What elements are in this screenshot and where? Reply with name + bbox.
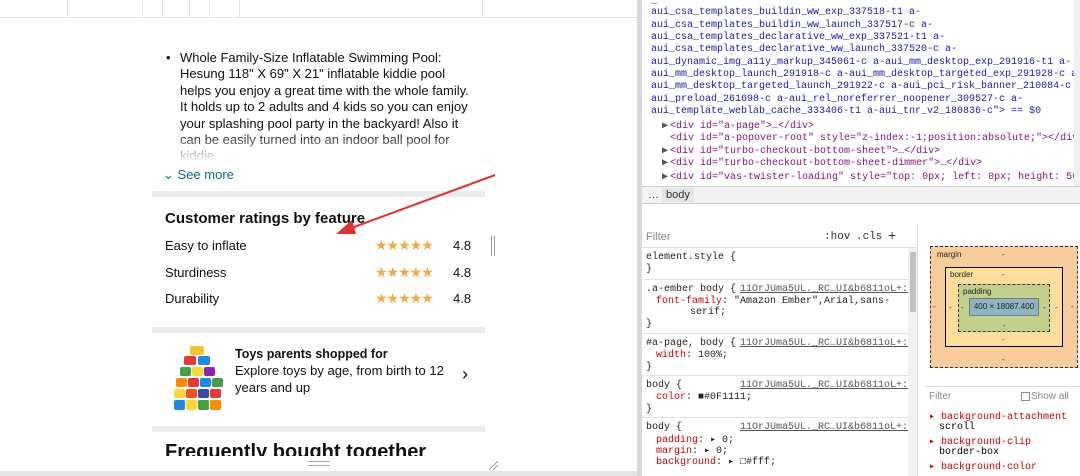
rating-row: Durability ★★★★★ 4.8 <box>165 290 475 307</box>
toys-description: Explore toys by age, from birth to 12 ye… <box>235 363 444 395</box>
chevron-down-icon: ⌄ <box>163 167 174 182</box>
class-line: aui_csa_templates_declarative_ww_exp_337… <box>651 32 946 43</box>
rating-row: Easy to inflate ★★★★★ 4.8 <box>165 237 475 254</box>
styles-scroll-thumb[interactable] <box>910 252 916 312</box>
computed-filter-input[interactable]: Filter <box>929 391 951 402</box>
hov-toggle[interactable]: :hov <box>824 231 850 243</box>
source-link[interactable]: 11OrJUma5UL._RC…UI&b6811oL+:51 <box>740 284 917 295</box>
elements-scrollbar[interactable] <box>1074 0 1080 186</box>
device-toolbar <box>0 0 637 18</box>
class-line: aui_preload_261698-c a-aui_rel_noreferre… <box>651 94 1024 105</box>
rating-row: Sturdiness ★★★★★ 4.8 <box>165 264 475 281</box>
box-margin: margin - - - - border - - - - padding - … <box>930 246 1078 368</box>
class-line: aui_csa_templates_buildin_ww_exp_337518-… <box>651 7 922 18</box>
computed-value: scroll <box>939 422 976 433</box>
chevron-right-icon[interactable]: › <box>462 364 468 385</box>
dom-node[interactable]: <div id="a-popover-root" style="z-index:… <box>670 133 1080 145</box>
box-border: border - - - - padding - - - 400 × 18087… <box>945 267 1063 347</box>
box-padding: padding - - - 400 × 18087.400 <box>958 284 1050 332</box>
rating-label: Sturdiness <box>165 265 227 280</box>
styles-filter-bar: Filter :hov .cls + <box>642 226 917 248</box>
rating-value: 4.8 <box>453 265 472 280</box>
star-rating-icon: ★★★★★ <box>375 264 434 280</box>
computed-value: border-box <box>939 447 1000 458</box>
style-rule: body { 11OrJUma5UL._RC…UI&b6811oL+:11 pa… <box>642 420 917 476</box>
mobile-page: • Whole Family-Size Inflatable Swimming … <box>152 36 485 456</box>
source-link[interactable]: 11OrJUma5UL._RC…UI&b6811oL+:13 <box>740 380 917 391</box>
text-fade <box>166 134 478 162</box>
style-rule: body { 11OrJUma5UL._RC…UI&b6811oL+:13 co… <box>642 378 917 418</box>
styles-filter-input[interactable]: Filter <box>646 231 670 243</box>
class-line: aui_mm_desktop_launch_291918-c a-aui_mm_… <box>651 69 1080 80</box>
resize-corner-icon[interactable] <box>487 459 499 471</box>
bullet-dot: • <box>166 50 171 65</box>
rating-value: 4.8 <box>453 238 472 253</box>
class-line: aui_dynamic_img_a11y_markup_345061-c a-a… <box>651 57 1072 68</box>
breadcrumb-item-body[interactable]: body <box>662 188 694 202</box>
play-dough-tubs-image <box>174 346 223 410</box>
class-line: aui_template_weblab_cache_333406-t1 a-au… <box>651 106 1042 117</box>
fbt-title: Frequently bought together <box>165 441 427 456</box>
show-all-checkbox[interactable] <box>1021 392 1030 401</box>
breadcrumb: … body <box>642 186 1080 204</box>
device-viewport: • Whole Family-Size Inflatable Swimming … <box>0 0 637 476</box>
toys-title: Toys parents shopped for <box>235 347 388 361</box>
cls-toggle[interactable]: .cls <box>856 231 882 243</box>
box-model: margin - - - - border - - - - padding - … <box>925 226 1080 386</box>
style-rule: #a-page, body { 11OrJUma5UL._RC…UI&b6811… <box>642 336 917 376</box>
see-more-label: See more <box>177 167 234 182</box>
box-content: 400 × 18087.400 <box>969 298 1039 316</box>
computed-pane: Filter Show all ▸ background-attachment … <box>925 386 1080 476</box>
class-line: aui_mm_desktop_targeted_launch_291922-c … <box>651 81 1080 92</box>
rating-label: Durability <box>165 291 220 306</box>
dom-node[interactable]: ▶ <div id="vas-twister-loading" style="to… <box>662 172 1080 184</box>
rating-label: Easy to inflate <box>165 238 247 253</box>
rating-value: 4.8 <box>453 291 472 306</box>
style-rule: .a-ember body { 11OrJUma5UL._RC…UI&b6811… <box>642 282 917 334</box>
add-rule-icon[interactable]: + <box>888 227 896 243</box>
source-link[interactable]: 11OrJUma5UL._RC…UI&b6811oL+:73 <box>740 338 917 349</box>
dom-node[interactable]: ▶ <div id="turbo-checkout-bottom-sheet">…… <box>662 146 940 158</box>
truncated-line: … <box>651 0 658 6</box>
computed-prop[interactable]: ▸ background-color <box>929 461 1037 473</box>
source-link[interactable]: 11OrJUma5UL._RC…UI&b6811oL+:11 <box>740 422 917 433</box>
dom-node[interactable]: ▶ <div id="turbo-checkout-bottom-sheet-di… <box>662 158 982 170</box>
see-more-link[interactable]: ⌄ See more <box>163 167 234 183</box>
resize-handle[interactable] <box>491 236 495 256</box>
class-line: aui_csa_templates_buildin_ww_launch_3375… <box>651 20 934 31</box>
show-all-label: Show all <box>1031 391 1069 402</box>
star-rating-icon: ★★★★★ <box>375 290 434 306</box>
style-rule: element.style { } <box>642 250 908 280</box>
resize-handle-bottom[interactable] <box>308 461 330 466</box>
horizontal-scrollbar[interactable] <box>0 471 637 476</box>
styles-pane: Filter :hov .cls + element.style { } .a-… <box>642 226 918 476</box>
breadcrumb-more[interactable]: … <box>648 189 659 201</box>
devtools-panel: … aui_csa_templates_buildin_ww_exp_33751… <box>642 0 1080 476</box>
screen: • Whole Family-Size Inflatable Swimming … <box>0 0 1080 476</box>
dom-node[interactable]: ▶ <div id="a-page">…</div> <box>662 121 814 133</box>
class-line: aui_csa_templates_declarative_ww_launch_… <box>651 44 958 55</box>
annotation-arrow <box>336 174 496 234</box>
elements-tree: … aui_csa_templates_buildin_ww_exp_33751… <box>642 0 1080 186</box>
